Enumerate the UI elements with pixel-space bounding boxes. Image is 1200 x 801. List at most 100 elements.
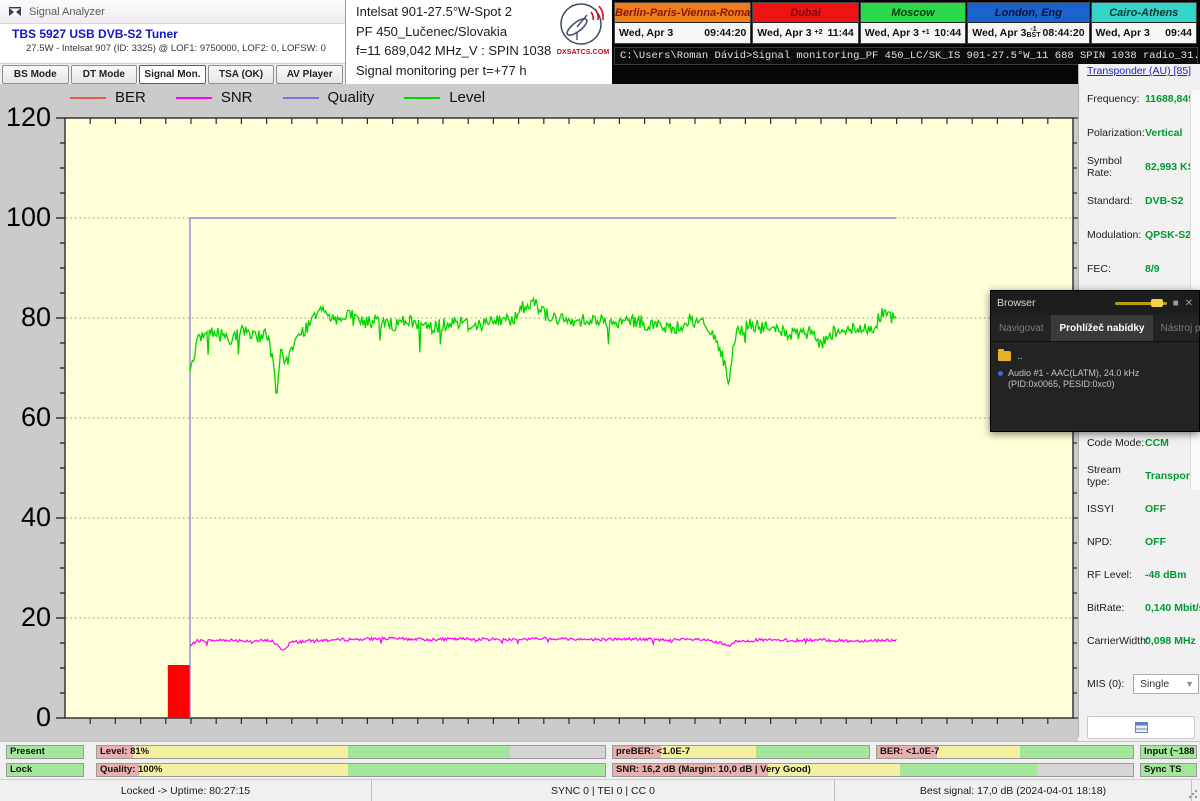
tp-label: Stream type: xyxy=(1087,464,1145,488)
clock-city: Berlin-Paris-Vienna-Roma xyxy=(615,3,750,23)
browser-tabs: NavigovatProhlížeč nabídkyNástroj prochá… xyxy=(991,315,1199,342)
bar-present: Present xyxy=(6,745,84,759)
clock-time: Wed, Apr 309:44:20 xyxy=(615,23,750,43)
bar-zone-yellow xyxy=(937,746,1020,758)
browser-titlebar: Browser ■ ✕ xyxy=(991,291,1199,315)
world-clocks: Berlin-Paris-Vienna-RomaWed, Apr 309:44:… xyxy=(614,2,1198,44)
mis-dropdown[interactable]: Single ▼ xyxy=(1133,674,1199,694)
bar-label: Sync TS xyxy=(1144,764,1182,776)
status-section-0: Locked -> Uptime: 80:27:15 xyxy=(0,780,372,801)
audio-stream-label: Audio #1 - AAC(LATM), 24.0 kHz (PID:0x00… xyxy=(1008,368,1192,390)
svg-text:DXSATCS.COM: DXSATCS.COM xyxy=(557,47,610,56)
tp-label: BitRate: xyxy=(1087,602,1145,614)
folder-icon xyxy=(998,351,1011,361)
clock-city: London, Eng xyxy=(968,3,1088,23)
app-icon xyxy=(8,5,22,19)
tp-value: -48 dBm xyxy=(1145,569,1186,581)
browser-tab[interactable]: Prohlížeč nabídky xyxy=(1051,315,1152,341)
browser-tab[interactable]: Navigovat xyxy=(991,315,1051,341)
svg-text:80: 80 xyxy=(21,302,51,332)
bar-zone-green xyxy=(900,764,1037,776)
clock-time: Wed, Apr 309:44 xyxy=(1092,23,1196,43)
chart-canvas: 020406080100120 xyxy=(0,84,1078,741)
tp-label: RF Level: xyxy=(1087,569,1145,581)
tp-row-bitrate-: BitRate:0,140 Mbit/s xyxy=(1079,591,1200,624)
bar-zone-green xyxy=(348,746,510,758)
tab-bs-mode[interactable]: BS Mode xyxy=(2,65,69,84)
tp-label: NPD: xyxy=(1087,536,1145,548)
tp-label: Frequency: xyxy=(1087,93,1145,105)
transponder-header-link[interactable]: Transponder (AU) [85] xyxy=(1087,65,1191,77)
signal-chart: 020406080100120 BERSNRQualityLevel xyxy=(0,84,1078,741)
tp-row-fec-: FEC:8/9 xyxy=(1079,252,1200,286)
legend-line-swatch xyxy=(70,97,106,99)
parent-folder-row[interactable]: .. xyxy=(998,348,1192,364)
close-icon[interactable]: ✕ xyxy=(1185,298,1193,309)
legend-snr: SNR xyxy=(176,89,253,106)
tab-av-player[interactable]: AV Player xyxy=(276,65,343,84)
browser-title: Browser xyxy=(997,297,1036,309)
bar-label: Lock xyxy=(10,764,32,776)
transponder-save-button[interactable] xyxy=(1087,716,1195,739)
bar-ber: BER: <1.0E-7 xyxy=(876,745,1134,759)
tp-value: 0,098 MHz xyxy=(1145,635,1196,647)
tp-value: QPSK-S2 xyxy=(1145,229,1191,241)
browser-tab[interactable]: Nástroj procházení xyxy=(1153,315,1200,341)
legend-label: Quality xyxy=(328,89,375,106)
legend-label: SNR xyxy=(221,89,253,106)
bar-zone-green xyxy=(756,746,869,758)
pin-icon[interactable]: ■ xyxy=(1173,298,1179,309)
tp-label: Code Mode: xyxy=(1087,437,1145,449)
legend-ber: BER xyxy=(70,89,146,106)
bar-label: BER: <1.0E-7 xyxy=(880,746,939,758)
feed-info-panel: Intelsat 901-27.5°W-Spot 2 PF 450_Lučene… xyxy=(345,0,612,84)
tp-label: Modulation: xyxy=(1087,229,1145,241)
bar-zone-gray xyxy=(510,746,605,758)
legend-quality: Quality xyxy=(283,89,375,106)
status-section-1: SYNC 0 | TEI 0 | CC 0 xyxy=(372,780,835,801)
slider-knob[interactable] xyxy=(1151,299,1163,307)
bar-label: Level: 81% xyxy=(100,746,149,758)
audio-stream-row[interactable]: Audio #1 - AAC(LATM), 24.0 kHz (PID:0x00… xyxy=(998,368,1192,390)
tp-value: Transport xyxy=(1145,470,1193,482)
svg-text:40: 40 xyxy=(21,502,51,532)
tp-label: FEC: xyxy=(1087,263,1145,275)
tuner-panel: TBS 5927 USB DVB-S2 Tuner 27.5W - Intels… xyxy=(0,24,345,63)
bar-zone-gray xyxy=(1037,764,1133,776)
bar-lock: Lock xyxy=(6,763,84,777)
tp-label: CarrierWidth: xyxy=(1087,635,1145,647)
tp-label: ISSYI xyxy=(1087,503,1145,515)
mis-label: MIS (0): xyxy=(1087,678,1131,690)
clock-cairo-athens: Cairo-AthensWed, Apr 309:44 xyxy=(1091,2,1197,44)
tp-value: OFF xyxy=(1145,503,1166,515)
clock-berlin-paris-vienna-roma: Berlin-Paris-Vienna-RomaWed, Apr 309:44:… xyxy=(614,2,751,44)
bar-zone-yellow xyxy=(139,764,348,776)
tab-tsa-ok-[interactable]: TSA (OK) xyxy=(208,65,275,84)
tp-row-frequency-: Frequency:11688,849 MHz xyxy=(1079,82,1200,116)
svg-text:100: 100 xyxy=(6,202,51,232)
svg-text:120: 120 xyxy=(6,102,51,132)
bar-zone-green xyxy=(348,764,605,776)
bar-preber: preBER: <1.0E-7 xyxy=(612,745,870,759)
clock-london-eng: London, EngWed, Apr 3-1BST08:44:20 xyxy=(967,2,1089,44)
tp-row-npd-: NPD:OFF xyxy=(1079,525,1200,558)
bar-quality: Quality: 100% xyxy=(96,763,606,777)
tp-row-standard-: Standard:DVB-S2 xyxy=(1079,184,1200,218)
tp-label: Standard: xyxy=(1087,195,1145,207)
bar-syncts: Sync TS xyxy=(1140,763,1197,777)
browser-opacity-slider[interactable] xyxy=(1115,302,1167,305)
bar-label: Present xyxy=(10,746,45,758)
dxsatcs-logo: DXSATCS.COM xyxy=(556,2,610,58)
tab-dt-mode[interactable]: DT Mode xyxy=(71,65,138,84)
clock-city: Dubai xyxy=(753,3,857,23)
clock-time: Wed, Apr 3-1BST08:44:20 xyxy=(968,23,1088,43)
browser-window: Browser ■ ✕ NavigovatProhlížeč nabídkyNá… xyxy=(990,290,1200,432)
bar-label: Quality: 100% xyxy=(100,764,162,776)
tp-value: DVB-S2 xyxy=(1145,195,1184,207)
tab-signal-mon-[interactable]: Signal Mon. xyxy=(139,65,206,84)
mode-tab-row: BS ModeDT ModeSignal Mon.TSA (OK)AV Play… xyxy=(0,63,345,84)
transponder-rows-top: Frequency:11688,849 MHzPolarization:Vert… xyxy=(1079,82,1200,286)
mis-value: Single xyxy=(1140,678,1169,690)
tp-row-stream-type-: Stream type:Transport xyxy=(1079,459,1200,492)
legend-line-swatch xyxy=(404,97,440,99)
